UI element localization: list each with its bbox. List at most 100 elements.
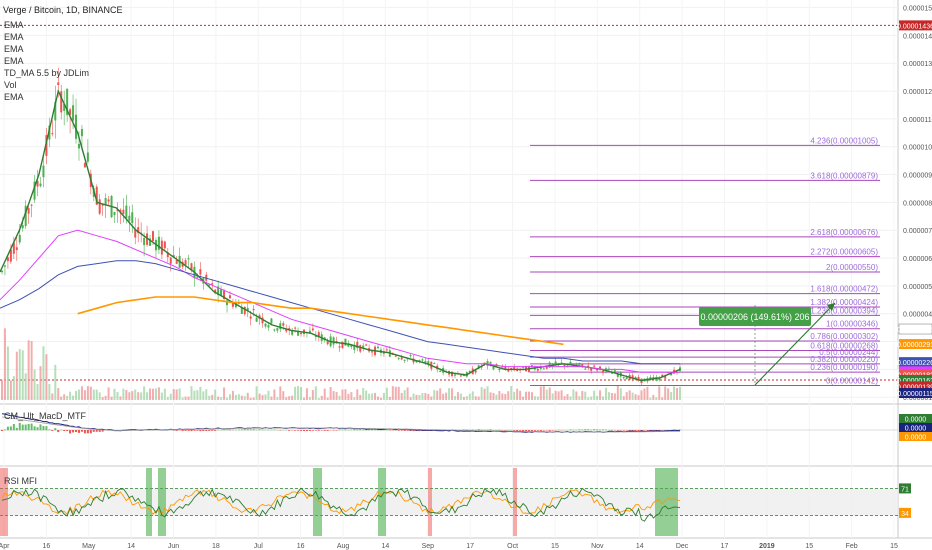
candle-body xyxy=(72,105,75,121)
volume-bar xyxy=(297,386,300,400)
volume-bar xyxy=(27,340,30,400)
volume-bar xyxy=(430,396,433,400)
volume-bar xyxy=(169,393,172,400)
volume-bar xyxy=(317,397,320,400)
volume-bar xyxy=(602,396,605,400)
y-tick-label: 0.00000600 xyxy=(903,256,932,263)
volume-bar xyxy=(69,391,72,400)
volume-bar xyxy=(172,389,175,400)
macd-histogram-bar xyxy=(234,429,237,431)
legend-ema-4[interactable]: EMA xyxy=(4,56,24,66)
legend-vol[interactable]: Vol xyxy=(4,80,17,90)
macd-histogram-bar xyxy=(246,429,249,431)
macd-histogram-bar xyxy=(214,430,217,431)
candle-body xyxy=(542,368,545,370)
legend-ema-2[interactable]: EMA xyxy=(4,32,24,42)
fib-level-label: 3.618(0.00000879) xyxy=(810,171,878,180)
legend-ema-5[interactable]: EMA xyxy=(4,92,24,102)
macd-histogram-bar xyxy=(196,430,199,431)
volume-bar xyxy=(504,393,507,400)
y-tick-label: 0.00001000 xyxy=(903,145,932,152)
volume-bar xyxy=(655,397,658,400)
candle-body xyxy=(536,369,539,371)
volume-bar xyxy=(492,392,495,400)
x-tick-label: 14 xyxy=(382,543,390,550)
macd-histogram-bar xyxy=(89,430,92,434)
volume-bar xyxy=(424,393,427,400)
volume-bar xyxy=(477,396,480,400)
volume-bar xyxy=(205,389,208,400)
candle-body xyxy=(128,215,131,221)
x-tick-label: 15 xyxy=(551,543,559,550)
volume-bar xyxy=(566,394,569,400)
macd-histogram-bar xyxy=(249,429,252,431)
volume-bar xyxy=(140,392,143,400)
volume-bar xyxy=(151,388,154,400)
macd-histogram-bar xyxy=(24,424,27,431)
volume-bar xyxy=(51,393,54,400)
macd-histogram-bar xyxy=(92,430,95,432)
candle-body xyxy=(409,355,412,357)
candle-body xyxy=(578,362,581,366)
candle-body xyxy=(622,377,625,379)
volume-bar xyxy=(421,393,424,400)
volume-bar xyxy=(175,389,178,400)
volume-bar xyxy=(208,395,211,400)
volume-bar xyxy=(320,395,323,400)
candle-body xyxy=(326,341,329,345)
volume-bar xyxy=(442,393,445,400)
macd-histogram-bar xyxy=(362,429,365,431)
macd-histogram-bar xyxy=(18,422,21,431)
macd-pane-label[interactable]: CM_Ult_MacD_MTF xyxy=(4,411,87,421)
volume-bar xyxy=(628,390,631,400)
macd-histogram-bar xyxy=(83,430,86,434)
rsi-oversold-zone xyxy=(158,468,166,536)
volume-bar xyxy=(128,392,131,400)
volume-bar xyxy=(673,386,676,400)
volume-bar xyxy=(294,386,297,400)
legend-ema-1[interactable]: EMA xyxy=(4,20,24,30)
volume-bar xyxy=(137,392,140,400)
legend-ema-3[interactable]: EMA xyxy=(4,44,24,54)
volume-bar xyxy=(596,395,599,400)
rsi-value-text: 71 xyxy=(901,486,909,493)
volume-bar xyxy=(377,396,380,400)
volume-bar xyxy=(125,390,128,400)
candle-body xyxy=(453,374,456,376)
volume-bar xyxy=(104,395,107,400)
volume-bar xyxy=(48,383,51,400)
rsi-pane-label[interactable]: RSI MFI xyxy=(4,476,37,486)
fib-level-label: 2.272(0.00000605) xyxy=(810,248,878,257)
macd-histogram-bar xyxy=(548,430,551,431)
volume-bar xyxy=(255,386,258,400)
volume-bar xyxy=(187,396,190,400)
candle-body xyxy=(51,133,54,135)
macd-histogram-bar xyxy=(338,429,341,431)
x-tick-label: Dec xyxy=(676,543,689,550)
volume-bar xyxy=(15,351,18,400)
volume-bar xyxy=(190,386,193,400)
volume-bar xyxy=(89,386,92,400)
price-label-text: 0.00000291 xyxy=(897,342,932,349)
volume-bar xyxy=(300,387,303,400)
measure-label: 0.00000206 (149.61%) 206 xyxy=(700,312,809,322)
macd-histogram-bar xyxy=(243,429,246,431)
candle-body xyxy=(107,199,110,202)
candle-body xyxy=(602,370,605,373)
x-tick-label: 16 xyxy=(42,543,50,550)
volume-bar xyxy=(110,396,113,400)
legend-td-ma[interactable]: TD_MA 5.5 by JDLim xyxy=(4,68,89,78)
volume-bar xyxy=(415,394,418,400)
macd-histogram-bar xyxy=(314,430,317,431)
volume-bar xyxy=(214,389,217,400)
volume-bar xyxy=(60,396,63,400)
candle-body xyxy=(211,283,214,285)
macd-histogram-bar xyxy=(27,423,30,431)
volume-bar xyxy=(551,393,554,400)
macd-histogram-bar xyxy=(353,429,356,431)
candle-body xyxy=(371,351,374,353)
volume-bar xyxy=(590,396,593,400)
candle-body xyxy=(267,325,270,328)
volume-bar xyxy=(30,341,33,400)
trading-chart[interactable]: 4.236(0.00001005) 3.618(0.00000879) 2.618(… xyxy=(0,0,932,550)
